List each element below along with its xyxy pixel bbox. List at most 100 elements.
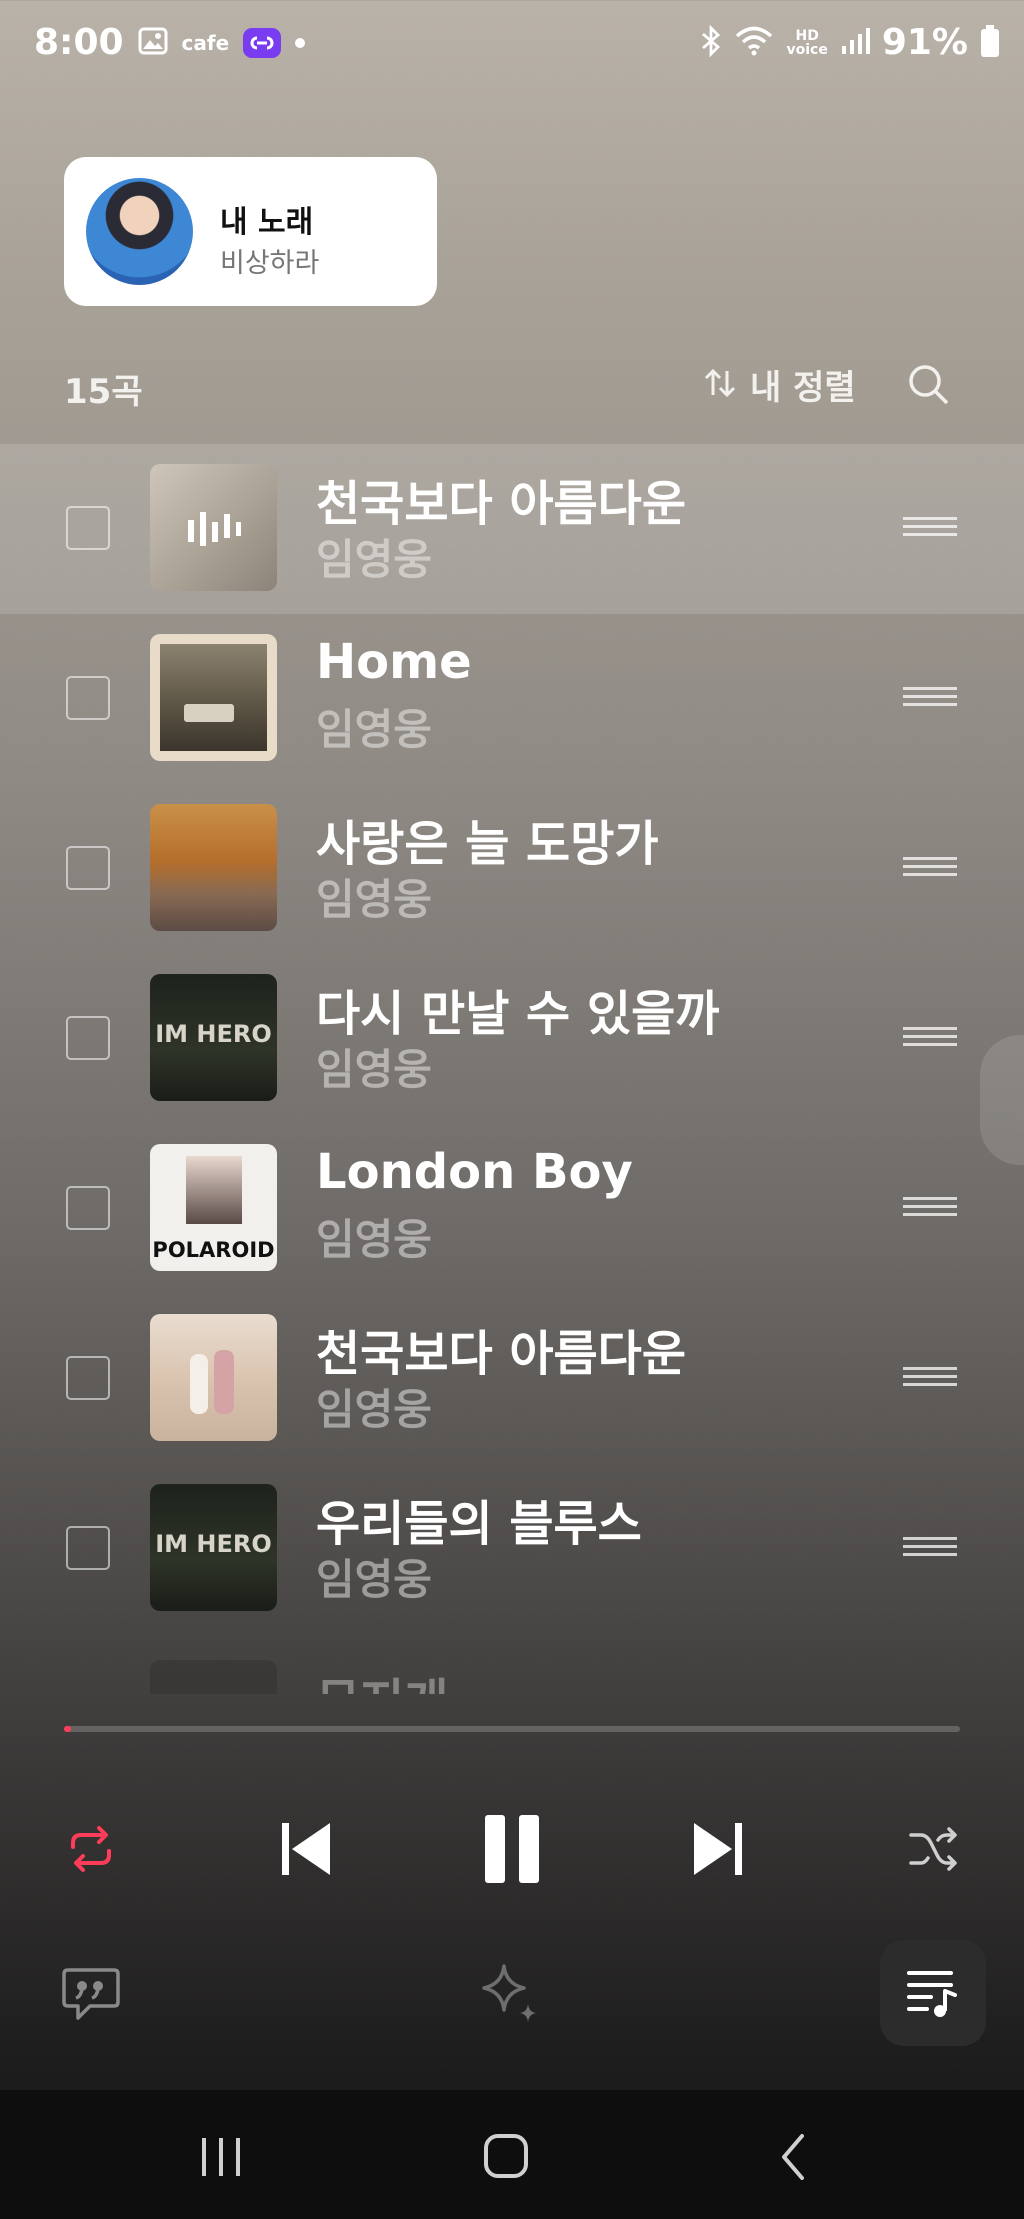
notification-dot-icon	[295, 37, 306, 48]
track-checkbox[interactable]	[66, 506, 110, 550]
album-art: POLAROID	[150, 1144, 277, 1271]
lyrics-button[interactable]	[60, 1962, 122, 2024]
playback-progress-fill	[64, 1726, 72, 1732]
track-row-partial[interactable]: 무지개	[0, 1654, 1024, 1694]
track-artist: 임영웅	[316, 1385, 432, 1434]
track-row[interactable]: POLAROID London Boy 임영웅	[0, 1124, 1024, 1294]
fast-scroll-handle[interactable]	[980, 1035, 1024, 1165]
track-row[interactable]: 사랑은 늘 도망가 임영웅	[0, 784, 1024, 954]
track-artist: 임영웅	[316, 1555, 432, 1604]
playlist-subtitle: 비상하라	[220, 248, 320, 279]
track-title: London Boy	[316, 1144, 633, 1200]
track-count: 15곡	[64, 372, 143, 412]
lyrics-quote-icon	[62, 1968, 120, 2020]
hd-voice-indicator: HD voice	[786, 27, 828, 58]
link-app-icon	[243, 27, 282, 58]
pause-button[interactable]	[479, 1812, 545, 1886]
wifi-icon	[734, 25, 774, 61]
track-row[interactable]: Home 임영웅	[0, 614, 1024, 784]
back-icon	[782, 2134, 804, 2180]
track-row[interactable]: 천국보다 아름다운 임영웅	[0, 444, 1024, 614]
track-checkbox[interactable]	[66, 1186, 110, 1230]
playback-controls	[0, 1800, 1024, 1900]
home-icon	[484, 2134, 528, 2178]
bluetooth-icon	[700, 24, 722, 61]
home-button[interactable]	[482, 2132, 532, 2186]
track-checkbox[interactable]	[66, 1356, 110, 1400]
cafe-label: cafe	[181, 30, 230, 55]
skip-next-icon	[694, 1823, 742, 1875]
playback-progress-bar[interactable]	[64, 1726, 960, 1732]
track-row[interactable]: IM HERO 우리들의 블루스 임영웅	[0, 1464, 1024, 1634]
skip-previous-icon	[282, 1823, 330, 1875]
track-artist: 임영웅	[316, 875, 432, 924]
list-header: 15곡 내 정렬	[0, 350, 1024, 420]
drag-handle-icon[interactable]	[903, 857, 957, 881]
album-art: IM HERO	[150, 1484, 277, 1611]
gallery-icon	[138, 27, 168, 59]
next-button[interactable]	[687, 1816, 749, 1882]
queue-music-icon	[907, 1971, 957, 2017]
track-checkbox[interactable]	[66, 676, 110, 720]
album-art-text: IM HERO	[155, 1020, 272, 1048]
now-playing-card[interactable]: 내 노래 비상하라	[64, 157, 437, 306]
drag-handle-icon[interactable]	[903, 1537, 957, 1561]
drag-handle-icon[interactable]	[903, 687, 957, 711]
status-time: 8:00	[34, 22, 124, 63]
ai-recommend-button[interactable]	[476, 1960, 546, 2030]
artist-avatar	[86, 178, 193, 285]
battery-percent: 91%	[881, 22, 968, 63]
sort-label: 내 정렬	[750, 368, 856, 408]
sort-icon	[702, 365, 738, 405]
shuffle-icon	[909, 1827, 957, 1871]
album-art	[150, 634, 277, 761]
album-art	[150, 804, 277, 931]
drag-handle-icon[interactable]	[903, 1197, 957, 1221]
repeat-icon	[71, 1826, 111, 1872]
track-checkbox[interactable]	[66, 846, 110, 890]
sparkle-icon	[482, 1964, 536, 2022]
album-art	[150, 1660, 277, 1694]
pause-icon	[485, 1815, 539, 1883]
album-art-text: POLAROID	[152, 1238, 275, 1262]
track-title: 다시 만날 수 있을까	[316, 986, 720, 1042]
track-title: Home	[316, 634, 472, 690]
track-artist: 임영웅	[316, 1045, 432, 1094]
track-title: 천국보다 아름다운	[316, 476, 686, 532]
track-title: 천국보다 아름다운	[316, 1326, 686, 1382]
recent-apps-icon	[202, 2138, 240, 2176]
back-button[interactable]	[774, 2132, 814, 2186]
previous-button[interactable]	[275, 1816, 337, 1882]
equalizer-icon	[188, 512, 241, 546]
battery-icon	[980, 24, 1000, 62]
playlist-title: 내 노래	[220, 205, 314, 240]
search-icon	[906, 365, 952, 412]
shuffle-button[interactable]	[904, 1820, 962, 1878]
sort-button[interactable]: 내 정렬	[702, 360, 856, 409]
bottom-actions	[0, 1940, 1024, 2050]
track-title: 무지개	[316, 1662, 448, 1694]
album-art	[150, 464, 277, 591]
queue-button[interactable]	[880, 1940, 986, 2046]
album-art-text: IM HERO	[155, 1530, 272, 1558]
drag-handle-icon[interactable]	[903, 1367, 957, 1391]
drag-handle-icon[interactable]	[903, 1027, 957, 1051]
track-artist: 임영웅	[316, 535, 432, 584]
track-artist: 임영웅	[316, 705, 432, 754]
recent-apps-button[interactable]	[196, 2134, 246, 2184]
track-row[interactable]: 천국보다 아름다운 임영웅	[0, 1294, 1024, 1464]
track-checkbox[interactable]	[66, 1526, 110, 1570]
signal-icon	[840, 26, 870, 60]
album-art	[150, 1314, 277, 1441]
system-nav-bar	[0, 2090, 1024, 2219]
status-bar: 8:00 cafe HD voice 91%	[0, 0, 1024, 95]
track-title: 사랑은 늘 도망가	[316, 816, 659, 872]
track-row[interactable]: IM HERO 다시 만날 수 있을까 임영웅	[0, 954, 1024, 1124]
track-checkbox[interactable]	[66, 1016, 110, 1060]
search-button[interactable]	[906, 362, 952, 412]
track-artist: 임영웅	[316, 1215, 432, 1264]
album-art: IM HERO	[150, 974, 277, 1101]
repeat-button[interactable]	[62, 1820, 120, 1878]
track-title: 우리들의 블루스	[316, 1496, 642, 1552]
drag-handle-icon[interactable]	[903, 517, 957, 541]
